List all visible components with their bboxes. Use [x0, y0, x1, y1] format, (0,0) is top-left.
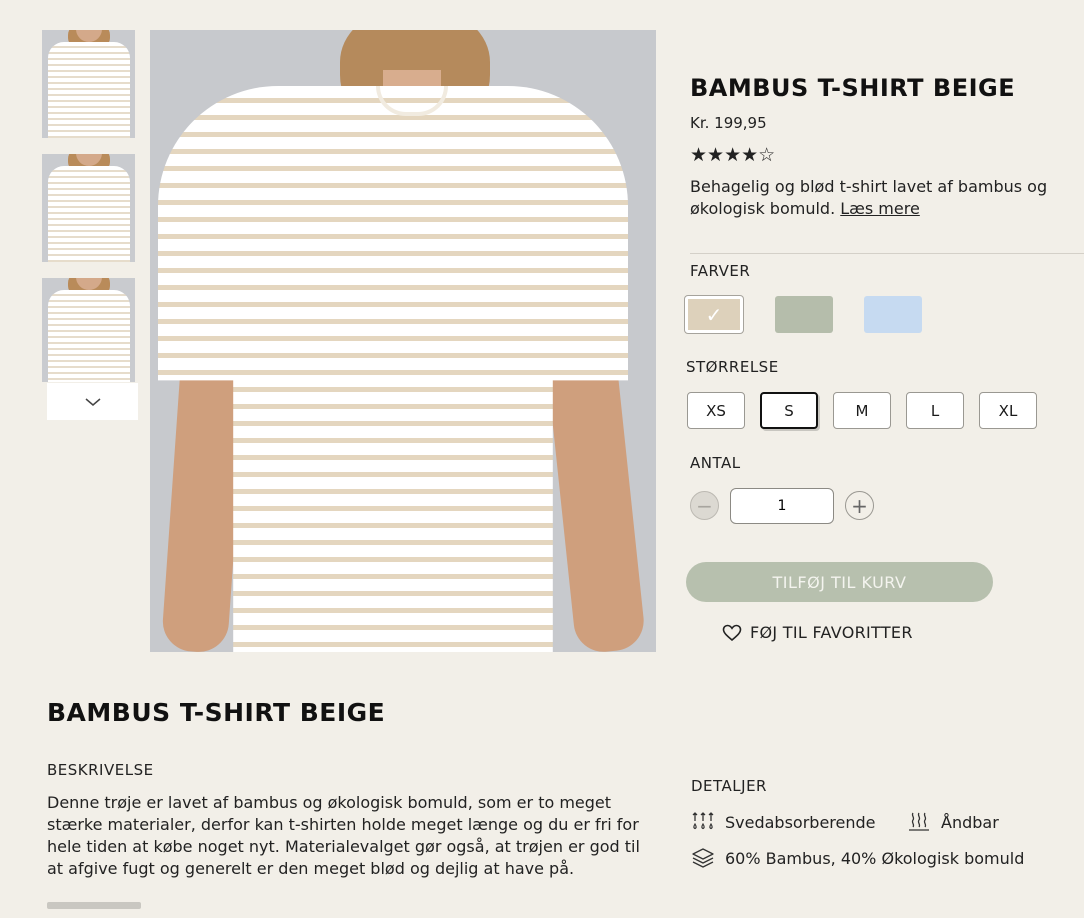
- quantity-decrease-button[interactable]: −: [690, 491, 719, 520]
- color-swatch-green[interactable]: [775, 296, 833, 333]
- thumbnail-scroll-down-button[interactable]: [47, 383, 138, 420]
- breathable-icon: [909, 812, 929, 831]
- thumbnail-list: [42, 30, 136, 382]
- feature-label: 60% Bambus, 40% Økologisk bomuld: [725, 848, 1025, 868]
- rating-stars: ★★★★☆: [690, 144, 776, 166]
- quantity-input[interactable]: [730, 488, 834, 524]
- short-description: Behagelig og blød t-shirt lavet af bambu…: [690, 176, 1070, 220]
- size-option-xl[interactable]: XL: [979, 392, 1037, 429]
- feature-breathable: Åndbar: [907, 811, 999, 833]
- quantity-label: ANTAL: [690, 454, 741, 472]
- thumbnail-1[interactable]: [42, 30, 135, 138]
- sweat-icon: [692, 812, 714, 830]
- feature-sweat-absorbing: Svedabsorberende: [691, 811, 876, 833]
- feature-label: Svedabsorberende: [725, 812, 876, 832]
- description-label: BESKRIVELSE: [47, 761, 154, 779]
- product-title: BAMBUS T-SHIRT BEIGE: [690, 74, 1016, 102]
- quantity-increase-button[interactable]: +: [845, 491, 874, 520]
- size-option-l[interactable]: L: [906, 392, 964, 429]
- section-title: BAMBUS T-SHIRT BEIGE: [47, 698, 386, 727]
- feature-label: Åndbar: [941, 812, 999, 832]
- description-text: Denne trøje er lavet af bambus og økolog…: [47, 793, 640, 878]
- color-swatch-beige[interactable]: ✓: [685, 296, 743, 333]
- fabric-icon: [692, 848, 714, 868]
- description-scrollbar[interactable]: [47, 902, 141, 909]
- thumbnail-3[interactable]: [42, 278, 135, 382]
- size-option-xs[interactable]: XS: [687, 392, 745, 429]
- add-to-cart-button[interactable]: TILFØJ TIL KURV: [686, 562, 993, 602]
- chevron-down-icon: [85, 397, 100, 406]
- add-to-favorites-label: FØJ TIL FAVORITTER: [750, 623, 913, 642]
- check-icon: ✓: [705, 302, 723, 327]
- feature-material: 60% Bambus, 40% Økologisk bomuld: [691, 847, 1024, 869]
- color-swatch-blue[interactable]: [864, 296, 922, 333]
- main-product-image: [150, 30, 656, 652]
- divider: [690, 253, 1084, 254]
- product-price: Kr. 199,95: [690, 114, 767, 132]
- size-option-s[interactable]: S: [760, 392, 818, 429]
- add-to-favorites-button[interactable]: FØJ TIL FAVORITTER: [722, 623, 913, 642]
- size-option-m[interactable]: M: [833, 392, 891, 429]
- heart-icon: [722, 624, 742, 641]
- read-more-link[interactable]: Læs mere: [840, 199, 920, 218]
- size-label: STØRRELSE: [686, 358, 779, 376]
- details-label: DETALJER: [691, 777, 767, 795]
- colors-label: FARVER: [690, 262, 751, 280]
- thumbnail-2[interactable]: [42, 154, 135, 262]
